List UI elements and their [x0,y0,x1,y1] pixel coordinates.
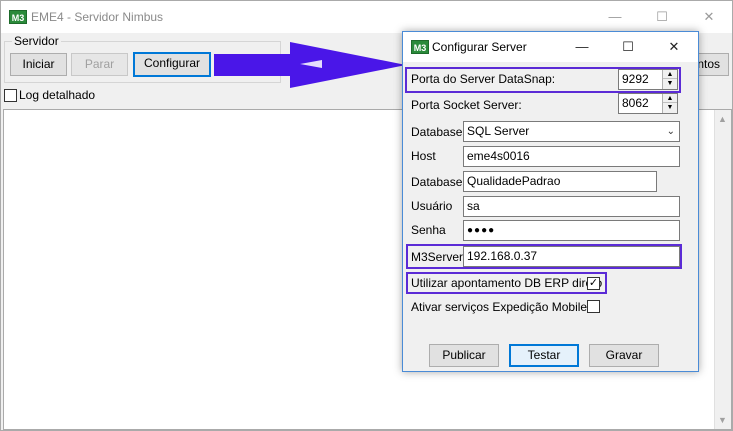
publicar-button[interactable]: Publicar [429,344,499,367]
configurar-button[interactable]: Configurar [133,52,211,77]
main-titlebar: M3 EME4 - Servidor Nimbus — ☐ ✕ [1,1,732,33]
expedicao-checkbox[interactable] [587,300,600,313]
pointer-arrow-icon [214,42,406,88]
scroll-up-icon[interactable]: ▲ [718,114,727,124]
porta-socket-label: Porta Socket Server: [411,98,522,112]
senha-label: Senha [411,223,446,237]
partial-right-button-label: ntos [697,57,720,71]
vertical-scrollbar[interactable]: ▲ ▼ [714,110,731,429]
porta-socket-spinner[interactable]: ▲ ▼ [662,94,677,113]
dialog-minimize-icon[interactable]: — [559,32,605,62]
dialog-app-logo-icon: M3 [411,40,429,54]
chevron-down-icon[interactable]: ⌄ [667,122,675,141]
database-type-label: Database [411,125,463,139]
window-title: EME4 - Servidor Nimbus [31,10,164,24]
log-detalhado-checkbox[interactable] [4,89,17,102]
porta-socket-value: 8062 [622,96,649,110]
spin-down-icon[interactable]: ▼ [663,103,677,112]
senha-input[interactable]: ●●●● [463,220,680,241]
highlight-apontamento [406,272,607,294]
scroll-down-icon[interactable]: ▼ [718,415,727,425]
database-type-value: SQL Server [467,124,530,138]
highlight-porta-datasnap [405,67,681,93]
testar-button[interactable]: Testar [509,344,579,367]
host-label: Host [411,149,436,163]
porta-socket-input[interactable]: 8062 ▲ ▼ [618,93,678,114]
usuario-label: Usuário [411,199,453,213]
dialog-maximize-icon[interactable]: ☐ [605,32,651,62]
dialog-close-icon[interactable]: ✕ [651,32,697,62]
app-logo-icon: M3 [9,10,27,24]
usuario-input[interactable]: sa [463,196,680,217]
log-detalhado-label: Log detalhado [19,88,96,102]
gravar-button[interactable]: Gravar [589,344,659,367]
maximize-icon[interactable]: ☐ [639,1,685,33]
database-type-select[interactable]: SQL Server ⌄ [463,121,680,142]
database-name-label: Database [411,175,463,189]
close-icon[interactable]: ✕ [686,1,732,33]
spin-up-icon[interactable]: ▲ [663,94,677,103]
minimize-icon[interactable]: — [592,1,638,33]
dialog-title: Configurar Server [432,40,527,54]
expedicao-label: Ativar serviços Expedição Mobile [411,300,588,314]
iniciar-button[interactable]: Iniciar [10,53,67,76]
database-name-input[interactable]: QualidadePadrao [463,171,657,192]
host-input[interactable]: eme4s0016 [463,146,680,167]
parar-button[interactable]: Parar [71,53,128,76]
dialog-titlebar: M3 Configurar Server — ☐ ✕ [403,32,698,62]
highlight-m3server [406,244,682,269]
configurar-server-dialog: M3 Configurar Server — ☐ ✕ Porta do Serv… [402,31,699,372]
servidor-group-label: Servidor [12,34,61,48]
